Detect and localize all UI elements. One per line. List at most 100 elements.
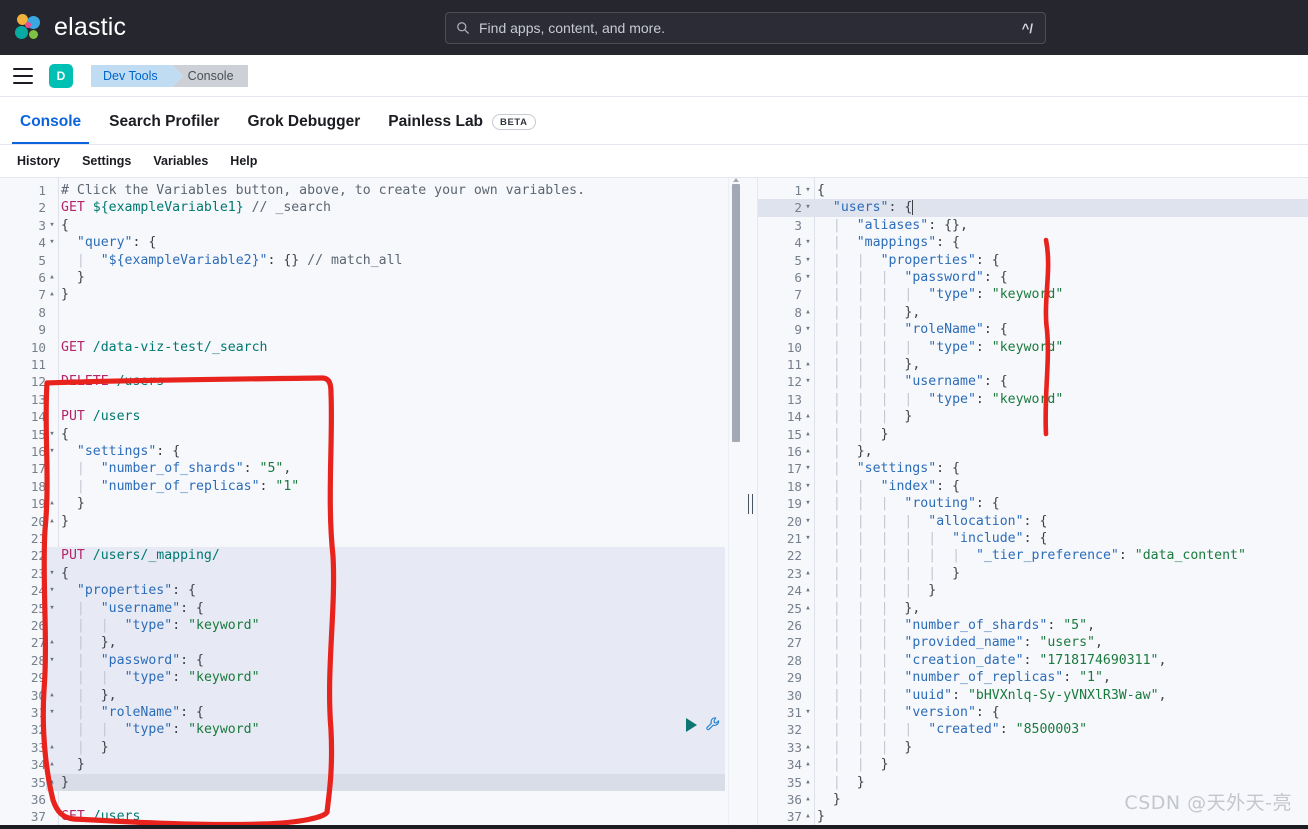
code-line[interactable]: 25 ▴ | | | }, xyxy=(758,600,1308,617)
code-line[interactable]: 16 ▴ | }, xyxy=(758,443,1308,460)
code-fold-toggle-icon[interactable]: ▾ xyxy=(46,217,58,234)
code-line[interactable]: 13 | | | | "type": "keyword" xyxy=(758,391,1308,408)
code-line[interactable]: 37 GET /users xyxy=(0,808,742,825)
code-line[interactable]: 9 xyxy=(0,321,742,338)
code-line[interactable]: 19 ▾ | | | "routing": { xyxy=(758,495,1308,512)
play-run-icon[interactable] xyxy=(686,717,697,732)
code-line[interactable]: 23 ▾{ xyxy=(0,565,742,582)
code-line[interactable]: 7 | | | | "type": "keyword" xyxy=(758,286,1308,303)
code-fold-toggle-icon[interactable]: ▴ xyxy=(802,774,814,791)
code-line[interactable]: 33 ▴ | | | } xyxy=(758,739,1308,756)
code-line[interactable]: 23 ▴ | | | | | } xyxy=(758,565,1308,582)
code-fold-toggle-icon[interactable]: ▾ xyxy=(46,582,58,599)
code-fold-toggle-icon[interactable]: ▴ xyxy=(802,304,814,321)
toolbar-variables-button[interactable]: Variables xyxy=(142,154,219,168)
toolbar-history-button[interactable]: History xyxy=(6,154,71,168)
code-fold-toggle-icon[interactable]: ▴ xyxy=(46,774,58,791)
code-line[interactable]: 31 ▾ | | | "version": { xyxy=(758,704,1308,721)
code-line[interactable]: 20 ▾ | | | | "allocation": { xyxy=(758,513,1308,530)
code-line[interactable]: 2 ▾ "users": { xyxy=(758,199,1308,216)
response-editor-pane[interactable]: 1 ▾{2 ▾ "users": {3 | "aliases": {}, 4 ▾ | "… xyxy=(757,178,1308,829)
code-line[interactable]: 26 | | | "number_of_shards": "5", xyxy=(758,617,1308,634)
code-line[interactable]: 36 xyxy=(0,791,742,808)
code-fold-toggle-icon[interactable]: ▴ xyxy=(802,582,814,599)
hamburger-menu-icon[interactable] xyxy=(13,67,33,84)
code-line[interactable]: 5 ▾ | | "properties": { xyxy=(758,252,1308,269)
code-line[interactable]: 34 ▴ } xyxy=(0,756,742,773)
code-line[interactable]: 21 ▾ | | | | | "include": { xyxy=(758,530,1308,547)
tab-console[interactable]: Console xyxy=(6,113,95,144)
code-line[interactable]: 33 ▴ | } xyxy=(0,739,742,756)
code-line[interactable]: 4 ▾ | "mappings": { xyxy=(758,234,1308,251)
code-fold-toggle-icon[interactable]: ▾ xyxy=(46,652,58,669)
code-line[interactable]: 2 GET ${exampleVariable1} // _search xyxy=(0,199,742,216)
code-fold-toggle-icon[interactable]: ▴ xyxy=(802,426,814,443)
request-editor-code[interactable]: 1 # Click the Variables button, above, to… xyxy=(0,178,742,829)
code-fold-toggle-icon[interactable]: ▴ xyxy=(46,687,58,704)
code-line[interactable]: 22 | | | | | | "_tier_preference": "data… xyxy=(758,547,1308,564)
code-fold-toggle-icon[interactable]: ▴ xyxy=(46,739,58,756)
code-line[interactable]: 11 xyxy=(0,356,742,373)
code-line[interactable]: 8 ▴ | | | }, xyxy=(758,304,1308,321)
code-line[interactable]: 22 PUT /users/_mapping/ xyxy=(0,547,742,564)
code-line[interactable]: 11 ▴ | | | }, xyxy=(758,356,1308,373)
code-fold-toggle-icon[interactable]: ▾ xyxy=(802,182,814,199)
request-scrollbar[interactable] xyxy=(728,178,742,829)
code-line[interactable]: 24 ▴ | | | | } xyxy=(758,582,1308,599)
code-line[interactable]: 17 ▾ | "settings": { xyxy=(758,460,1308,477)
scroll-up-arrow-icon[interactable] xyxy=(733,178,739,182)
code-fold-toggle-icon[interactable]: ▾ xyxy=(46,443,58,460)
code-line[interactable]: 3 | "aliases": {}, xyxy=(758,217,1308,234)
code-fold-toggle-icon[interactable]: ▾ xyxy=(46,704,58,721)
code-line[interactable]: 29 | | | "number_of_replicas": "1", xyxy=(758,669,1308,686)
code-fold-toggle-icon[interactable]: ▴ xyxy=(802,443,814,460)
code-line[interactable]: 35 ▴} xyxy=(0,774,742,791)
code-fold-toggle-icon[interactable]: ▾ xyxy=(802,513,814,530)
code-line[interactable]: 15 ▴ | | } xyxy=(758,426,1308,443)
code-line[interactable]: 18 ▾ | | "index": { xyxy=(758,478,1308,495)
code-fold-toggle-icon[interactable]: ▴ xyxy=(802,739,814,756)
code-fold-toggle-icon[interactable]: ▾ xyxy=(802,199,814,216)
code-fold-toggle-icon[interactable]: ▴ xyxy=(46,634,58,651)
code-fold-toggle-icon[interactable]: ▴ xyxy=(46,286,58,303)
global-search-input[interactable]: Find apps, content, and more. ^/ xyxy=(445,12,1046,44)
code-fold-toggle-icon[interactable]: ▴ xyxy=(802,565,814,582)
request-scrollbar-thumb[interactable] xyxy=(732,184,740,442)
code-line[interactable]: 6 ▾ | | | "password": { xyxy=(758,269,1308,286)
toolbar-help-button[interactable]: Help xyxy=(219,154,268,168)
code-line[interactable]: 21 xyxy=(0,530,742,547)
code-line[interactable]: 27 | | | "provided_name": "users", xyxy=(758,634,1308,651)
code-fold-toggle-icon[interactable]: ▾ xyxy=(46,600,58,617)
code-line[interactable]: 10 GET /data-viz-test/_search xyxy=(0,339,742,356)
code-fold-toggle-icon[interactable]: ▾ xyxy=(802,234,814,251)
code-line[interactable]: 10 | | | | "type": "keyword" xyxy=(758,339,1308,356)
code-fold-toggle-icon[interactable]: ▾ xyxy=(802,495,814,512)
code-line[interactable]: 26 | | "type": "keyword" xyxy=(0,617,742,634)
code-line[interactable]: 30 ▴ | }, xyxy=(0,687,742,704)
code-fold-toggle-icon[interactable]: ▾ xyxy=(802,321,814,338)
tab-grok-debugger[interactable]: Grok Debugger xyxy=(233,113,374,144)
code-line[interactable]: 8 xyxy=(0,304,742,321)
code-fold-toggle-icon[interactable]: ▴ xyxy=(802,756,814,773)
code-fold-toggle-icon[interactable]: ▾ xyxy=(802,530,814,547)
breadcrumb-item-dev-tools[interactable]: Dev Tools xyxy=(91,64,183,87)
code-line[interactable]: 16 ▾ "settings": { xyxy=(0,443,742,460)
code-fold-toggle-icon[interactable]: ▴ xyxy=(46,495,58,512)
code-line[interactable]: 25 ▾ | "username": { xyxy=(0,600,742,617)
space-avatar[interactable]: D xyxy=(49,63,73,88)
brand-home-link[interactable]: elastic xyxy=(14,13,126,43)
code-line[interactable]: 17 | "number_of_shards": "5", xyxy=(0,460,742,477)
code-fold-toggle-icon[interactable]: ▴ xyxy=(46,756,58,773)
code-line[interactable]: 13 xyxy=(0,391,742,408)
code-line[interactable]: 12 ▾ | | | "username": { xyxy=(758,373,1308,390)
code-line[interactable]: 24 ▾ "properties": { xyxy=(0,582,742,599)
code-line[interactable]: 1 # Click the Variables button, above, to… xyxy=(0,182,742,199)
code-line[interactable]: 14 PUT /users xyxy=(0,408,742,425)
code-fold-toggle-icon[interactable]: ▾ xyxy=(46,234,58,251)
code-line[interactable]: 30 | | | "uuid": "bHVXnlq-Sy-yVNXlR3W-aw… xyxy=(758,687,1308,704)
code-line[interactable]: 29 | | "type": "keyword" xyxy=(0,669,742,686)
code-line[interactable]: 1 ▾{ xyxy=(758,182,1308,199)
tab-search-profiler[interactable]: Search Profiler xyxy=(95,113,233,144)
toolbar-settings-button[interactable]: Settings xyxy=(71,154,142,168)
pane-splitter-handle[interactable] xyxy=(743,178,757,829)
